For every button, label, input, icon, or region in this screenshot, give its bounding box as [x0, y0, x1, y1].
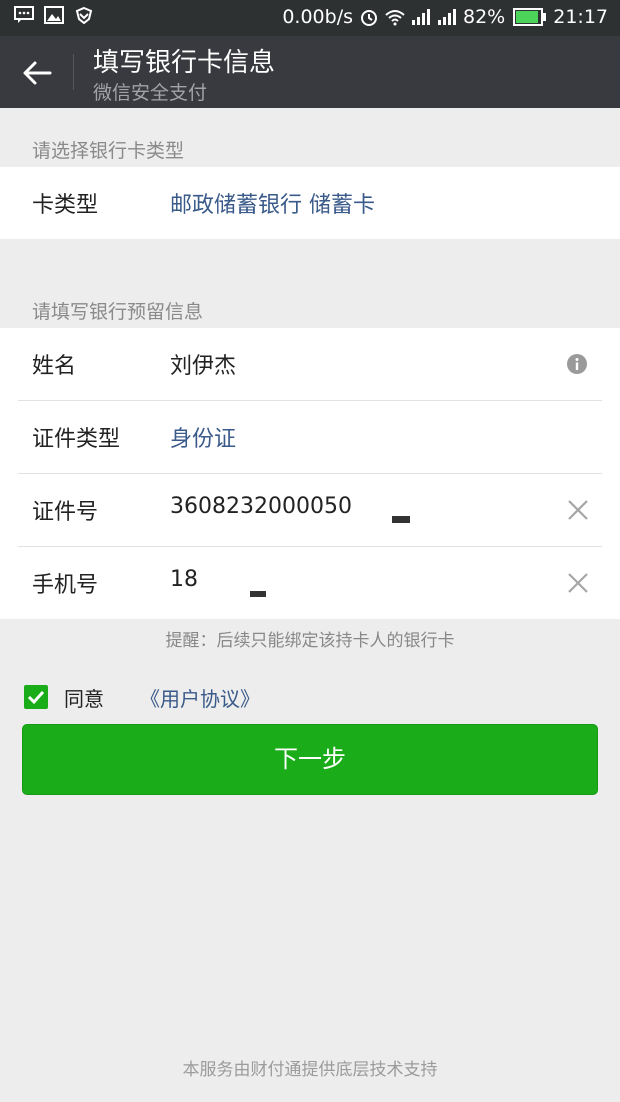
nav-bar: 填写银行卡信息 微信安全支付: [0, 36, 620, 108]
hint-text: 提醒：后续只能绑定该持卡人的银行卡: [165, 631, 455, 651]
network-speed: 0.00b/s: [282, 6, 353, 28]
id-number-label: 证件号: [32, 500, 99, 525]
name-field[interactable]: 刘伊杰: [170, 348, 236, 380]
agree-checkbox[interactable]: [24, 685, 48, 709]
agreement: 同意 《用户协议》: [24, 683, 260, 712]
reserved-info-card: 姓名 刘伊杰 证件类型 身份证 证件号 3608232000050 手机号 18: [0, 328, 620, 619]
shield-icon: [75, 6, 93, 24]
clock: 21:17: [553, 6, 608, 28]
card-type-card: 卡类型 邮政储蓄银行 储蓄卡: [0, 167, 620, 239]
card-type-label: 卡类型: [32, 193, 99, 218]
phone-label: 手机号: [32, 573, 99, 598]
clear-icon[interactable]: [566, 498, 590, 522]
user-agreement-link[interactable]: 《用户协议》: [140, 683, 260, 712]
info-icon[interactable]: [566, 353, 588, 375]
name-row[interactable]: 姓名 刘伊杰: [0, 328, 620, 400]
id-number-field[interactable]: 3608232000050: [170, 494, 352, 519]
section-label-card-type: 请选择银行卡类型: [32, 140, 185, 162]
clear-icon[interactable]: [566, 571, 590, 595]
message-icon: [14, 6, 34, 23]
phone-field[interactable]: 18: [170, 567, 198, 592]
footer-text: 本服务由财付通提供底层技术支持: [182, 1060, 438, 1080]
redaction-mark: [392, 516, 410, 523]
section-label-reserved-info: 请填写银行预留信息: [32, 301, 204, 323]
name-label: 姓名: [32, 354, 77, 379]
status-bar: 0.00b/s 82% 21:17: [0, 0, 620, 36]
page-title: 填写银行卡信息: [93, 48, 276, 78]
battery-icon: [513, 8, 547, 26]
battery-percent: 82%: [463, 6, 506, 28]
wifi-icon: [385, 10, 405, 26]
nav-divider: [73, 54, 74, 90]
id-type-label: 证件类型: [32, 427, 121, 452]
card-type-row[interactable]: 卡类型 邮政储蓄银行 储蓄卡: [0, 167, 620, 239]
redaction-mark: [250, 591, 266, 597]
id-type-value[interactable]: 身份证: [170, 421, 236, 453]
page-subtitle: 微信安全支付: [93, 82, 208, 104]
image-icon: [44, 6, 64, 24]
alarm-icon: [361, 10, 377, 26]
check-icon: [27, 690, 45, 705]
id-number-row[interactable]: 证件号 3608232000050: [0, 474, 620, 546]
back-arrow-icon[interactable]: [20, 56, 54, 90]
signal-icon: [412, 9, 430, 25]
status-bar-notifications: [14, 6, 94, 24]
signal-icon-2: [438, 9, 456, 25]
next-button[interactable]: 下一步: [22, 724, 598, 795]
card-type-value[interactable]: 邮政储蓄银行 储蓄卡: [170, 187, 375, 219]
phone-row[interactable]: 手机号 18: [0, 547, 620, 619]
id-type-row[interactable]: 证件类型 身份证: [0, 401, 620, 473]
agree-label: 同意: [64, 686, 104, 711]
status-bar-system: 0.00b/s 82% 21:17: [282, 6, 608, 28]
